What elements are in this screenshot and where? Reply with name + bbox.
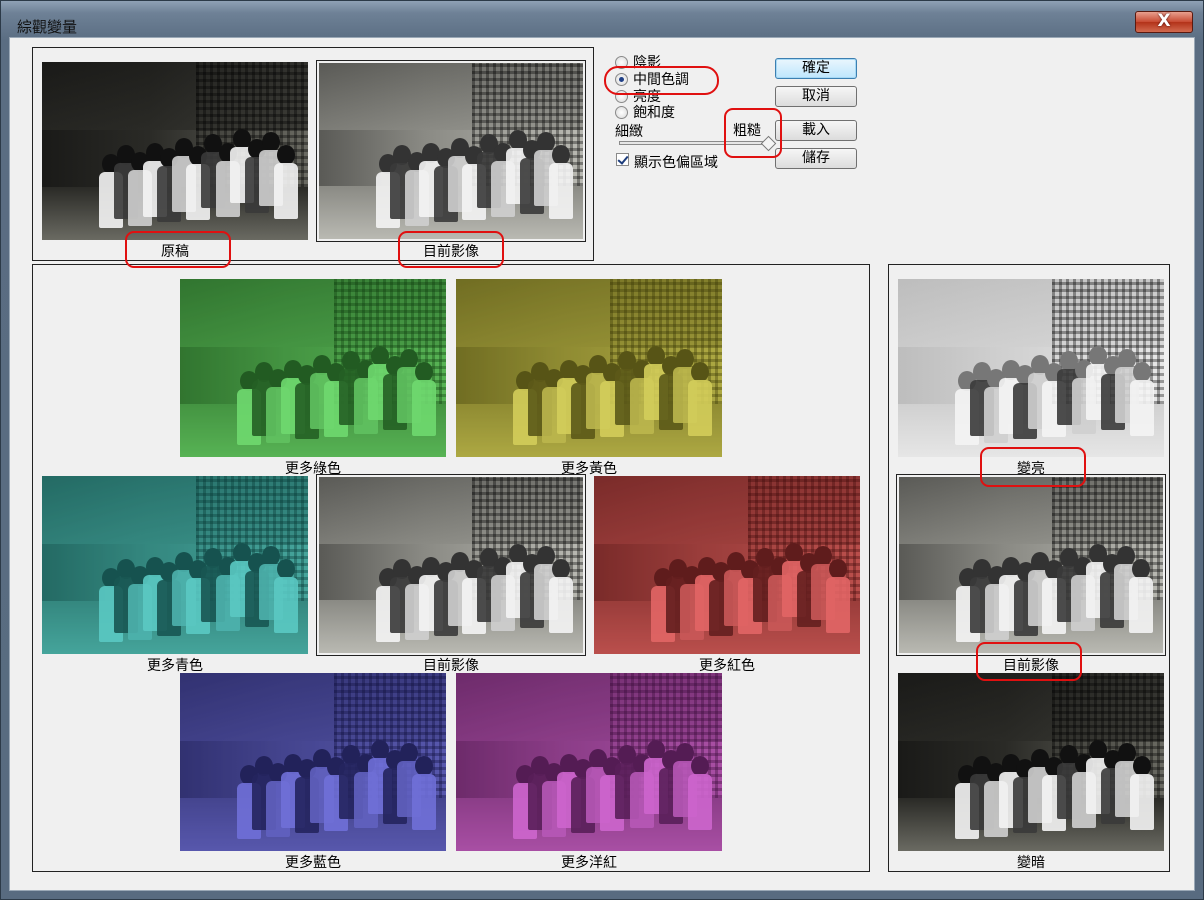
load-button[interactable]: 載入 — [775, 120, 857, 141]
variation-photo — [456, 279, 722, 457]
show-clipping-label: 顯示色偏區域 — [634, 155, 718, 171]
annotation-lighter — [980, 447, 1086, 487]
variation-photo — [898, 279, 1164, 457]
show-clipping-checkbox[interactable] — [616, 153, 629, 166]
caption-more-cyan: 更多青色 — [147, 658, 203, 674]
variation-photo — [898, 673, 1164, 851]
thumbnail-more-blue[interactable] — [180, 673, 446, 851]
dialog-title: 綜觀變量 — [17, 18, 78, 36]
radio-label: 飽和度 — [633, 105, 675, 121]
variation-photo — [42, 476, 308, 654]
caption-more-blue: 更多藍色 — [285, 855, 341, 871]
ok-button[interactable]: 確定 — [775, 58, 857, 79]
save-button[interactable]: 儲存 — [775, 148, 857, 169]
thumbnail-darker[interactable] — [898, 673, 1164, 851]
variation-photo — [899, 477, 1163, 653]
caption-more-magenta: 更多洋紅 — [561, 855, 617, 871]
thumbnail-more-magenta[interactable] — [456, 673, 722, 851]
variations-dialog: 綜觀變量 X 原稿 目前影像 更多綠色 更多黃色 更多青色 目前影像 更多紅色 … — [0, 0, 1204, 900]
radio-button[interactable] — [615, 106, 628, 119]
thumbnail-original[interactable] — [42, 62, 308, 240]
variation-photo — [319, 63, 583, 239]
thumbnail-more-yellow[interactable] — [456, 279, 722, 457]
thumbnail-more-green[interactable] — [180, 279, 446, 457]
thumbnail-brightness-current[interactable] — [896, 474, 1166, 656]
variation-photo — [594, 476, 860, 654]
annotation-coarse — [724, 108, 782, 158]
thumbnail-center-current[interactable] — [316, 474, 586, 656]
cancel-button[interactable]: 取消 — [775, 86, 857, 107]
title-bar[interactable]: 綜觀變量 X — [1, 1, 1203, 37]
close-icon: X — [1157, 11, 1171, 31]
variation-photo — [42, 62, 308, 240]
variation-photo — [180, 673, 446, 851]
slider-fine-label: 細緻 — [615, 124, 643, 140]
variation-photo — [456, 673, 722, 851]
thumbnail-lighter[interactable] — [898, 279, 1164, 457]
close-button[interactable]: X — [1135, 11, 1193, 33]
variation-photo — [180, 279, 446, 457]
annotation-current — [398, 231, 504, 268]
thumbnail-more-cyan[interactable] — [42, 476, 308, 654]
thumbnail-more-red[interactable] — [594, 476, 860, 654]
annotation-original — [125, 231, 231, 268]
variation-photo — [319, 477, 583, 653]
thumbnail-current[interactable] — [316, 60, 586, 242]
annotation-midtones — [604, 66, 719, 95]
annotation-brightness-current — [976, 642, 1082, 681]
caption-more-red: 更多紅色 — [699, 658, 755, 674]
caption-center-current: 目前影像 — [423, 658, 479, 674]
caption-darker: 變暗 — [1017, 855, 1045, 871]
